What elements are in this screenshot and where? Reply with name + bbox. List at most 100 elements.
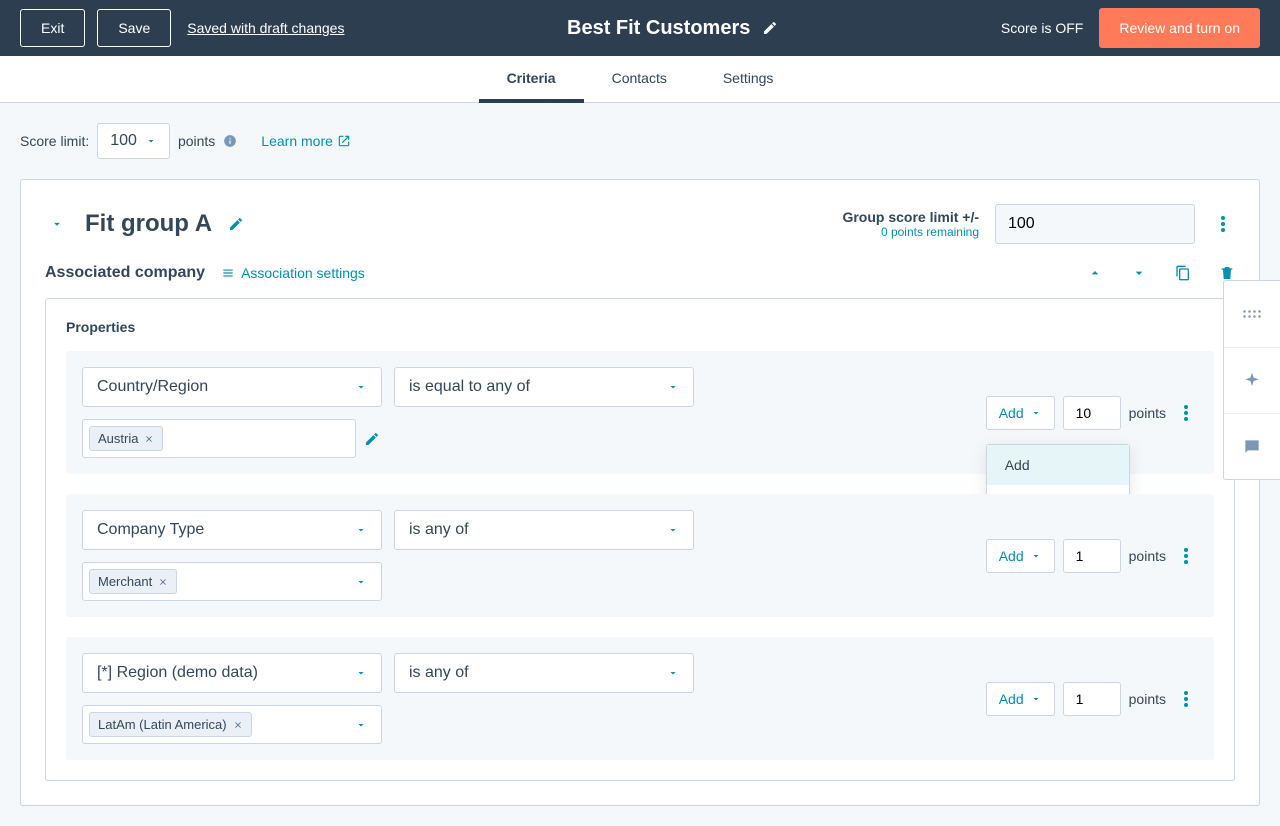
chip-label: Merchant bbox=[98, 574, 152, 589]
chip: Merchant bbox=[89, 569, 177, 594]
collapse-group-button[interactable] bbox=[45, 212, 69, 236]
add-subtract-select[interactable]: Add bbox=[986, 396, 1055, 430]
property-select-value: Country/Region bbox=[97, 378, 208, 396]
edit-group-icon[interactable] bbox=[228, 216, 244, 232]
move-up-icon[interactable] bbox=[1087, 265, 1103, 281]
score-limit-row: Score limit: 100 points Learn more bbox=[20, 123, 1260, 159]
row-more-button[interactable] bbox=[1174, 687, 1198, 711]
operator-select-value: is any of bbox=[409, 521, 469, 539]
group-title: Fit group A bbox=[85, 210, 212, 238]
learn-more-link[interactable]: Learn more bbox=[261, 133, 351, 149]
caret-down-icon bbox=[667, 381, 679, 393]
points-label: points bbox=[1129, 548, 1166, 564]
group-points-remaining: 0 points remaining bbox=[842, 225, 979, 239]
caret-down-icon bbox=[145, 135, 157, 147]
operator-select[interactable]: is any of bbox=[394, 653, 694, 693]
tab-settings[interactable]: Settings bbox=[723, 56, 774, 102]
chip-label: LatAm (Latin America) bbox=[98, 717, 227, 732]
associated-company-row: Associated company Association settings bbox=[45, 264, 1235, 282]
tab-bar: Criteria Contacts Settings bbox=[0, 56, 1280, 103]
score-limit-value: 100 bbox=[110, 132, 137, 150]
chip-remove-icon[interactable] bbox=[144, 434, 154, 444]
operator-select[interactable]: is any of bbox=[394, 510, 694, 550]
move-down-icon[interactable] bbox=[1131, 265, 1147, 281]
side-rail-grip[interactable] bbox=[1224, 281, 1280, 347]
dropdown-item-add[interactable]: Add bbox=[987, 445, 1129, 485]
add-subtract-value: Add bbox=[999, 548, 1024, 564]
chip: Austria bbox=[89, 426, 163, 451]
group-more-button[interactable] bbox=[1211, 212, 1235, 236]
review-turn-on-button[interactable]: Review and turn on bbox=[1099, 8, 1260, 48]
property-row: Country/Region is equal to any of Austri… bbox=[66, 351, 1214, 474]
add-subtract-value: Add bbox=[999, 405, 1024, 421]
grip-icon bbox=[1242, 304, 1262, 324]
more-vertical-icon bbox=[1184, 548, 1188, 564]
external-link-icon bbox=[337, 134, 351, 148]
group-header: Fit group A Group score limit +/- 0 poin… bbox=[45, 204, 1235, 244]
score-status: Score is OFF bbox=[1001, 20, 1083, 36]
value-chips-container[interactable]: Austria bbox=[82, 419, 356, 458]
trash-icon[interactable] bbox=[1219, 265, 1235, 281]
tab-contacts[interactable]: Contacts bbox=[612, 56, 667, 102]
property-select[interactable]: Company Type bbox=[82, 510, 382, 550]
group-score-input[interactable] bbox=[995, 204, 1195, 244]
save-button[interactable]: Save bbox=[97, 9, 171, 47]
row-more-button[interactable] bbox=[1174, 401, 1198, 425]
copy-icon[interactable] bbox=[1175, 265, 1191, 281]
score-limit-label: Score limit: bbox=[20, 133, 89, 149]
row-more-button[interactable] bbox=[1174, 544, 1198, 568]
saved-status-link[interactable]: Saved with draft changes bbox=[187, 20, 344, 36]
side-rail-ai[interactable] bbox=[1224, 347, 1280, 413]
more-vertical-icon bbox=[1221, 216, 1225, 232]
content-area: Score limit: 100 points Learn more Fit g… bbox=[0, 103, 1280, 826]
caret-down-icon bbox=[1030, 693, 1042, 705]
group-score-limit-label: Group score limit +/- bbox=[842, 209, 979, 225]
caret-down-icon bbox=[355, 381, 367, 393]
chip: LatAm (Latin America) bbox=[89, 712, 252, 737]
property-row: [*] Region (demo data) is any of LatAm (… bbox=[66, 637, 1214, 760]
caret-down-icon bbox=[355, 719, 367, 731]
add-subtract-select[interactable]: Add bbox=[986, 539, 1055, 573]
properties-box: Properties Country/Region is equal to an… bbox=[45, 298, 1235, 781]
add-subtract-select[interactable]: Add bbox=[986, 682, 1055, 716]
tab-criteria[interactable]: Criteria bbox=[507, 56, 556, 102]
property-select-value: [*] Region (demo data) bbox=[97, 664, 258, 682]
edit-values-icon[interactable] bbox=[364, 431, 380, 447]
info-icon[interactable] bbox=[223, 134, 237, 148]
caret-down-icon bbox=[355, 576, 367, 588]
association-settings-link[interactable]: Association settings bbox=[221, 265, 365, 281]
sparkle-icon bbox=[1242, 371, 1262, 391]
points-area: Add Add Subtract points bbox=[986, 396, 1198, 430]
edit-title-icon[interactable] bbox=[762, 20, 778, 36]
value-chips-container[interactable]: LatAm (Latin America) bbox=[82, 705, 382, 744]
property-select-value: Company Type bbox=[97, 521, 204, 539]
operator-select-value: is equal to any of bbox=[409, 378, 530, 396]
caret-down-icon bbox=[667, 524, 679, 536]
points-label: points bbox=[1129, 405, 1166, 421]
score-limit-select[interactable]: 100 bbox=[97, 123, 170, 159]
caret-down-icon bbox=[667, 667, 679, 679]
chip-remove-icon[interactable] bbox=[233, 720, 243, 730]
points-input[interactable] bbox=[1063, 539, 1121, 573]
caret-down-icon bbox=[1030, 550, 1042, 562]
points-input[interactable] bbox=[1063, 682, 1121, 716]
association-settings-text: Association settings bbox=[241, 265, 365, 281]
value-chips-container[interactable]: Merchant bbox=[82, 562, 382, 601]
property-select[interactable]: Country/Region bbox=[82, 367, 382, 407]
property-select[interactable]: [*] Region (demo data) bbox=[82, 653, 382, 693]
property-row: Company Type is any of Merchant bbox=[66, 494, 1214, 617]
chip-remove-icon[interactable] bbox=[158, 577, 168, 587]
more-vertical-icon bbox=[1184, 405, 1188, 421]
side-rail-chat[interactable] bbox=[1224, 413, 1280, 479]
properties-title: Properties bbox=[66, 319, 1214, 335]
side-rail bbox=[1223, 280, 1280, 480]
exit-button[interactable]: Exit bbox=[20, 9, 85, 47]
associated-company-title: Associated company bbox=[45, 264, 205, 282]
operator-select[interactable]: is equal to any of bbox=[394, 367, 694, 407]
caret-down-icon bbox=[1030, 407, 1042, 419]
points-input[interactable] bbox=[1063, 396, 1121, 430]
more-vertical-icon bbox=[1184, 691, 1188, 707]
settings-icon bbox=[221, 266, 235, 280]
points-label: points bbox=[1129, 691, 1166, 707]
top-header: Exit Save Saved with draft changes Best … bbox=[0, 0, 1280, 56]
